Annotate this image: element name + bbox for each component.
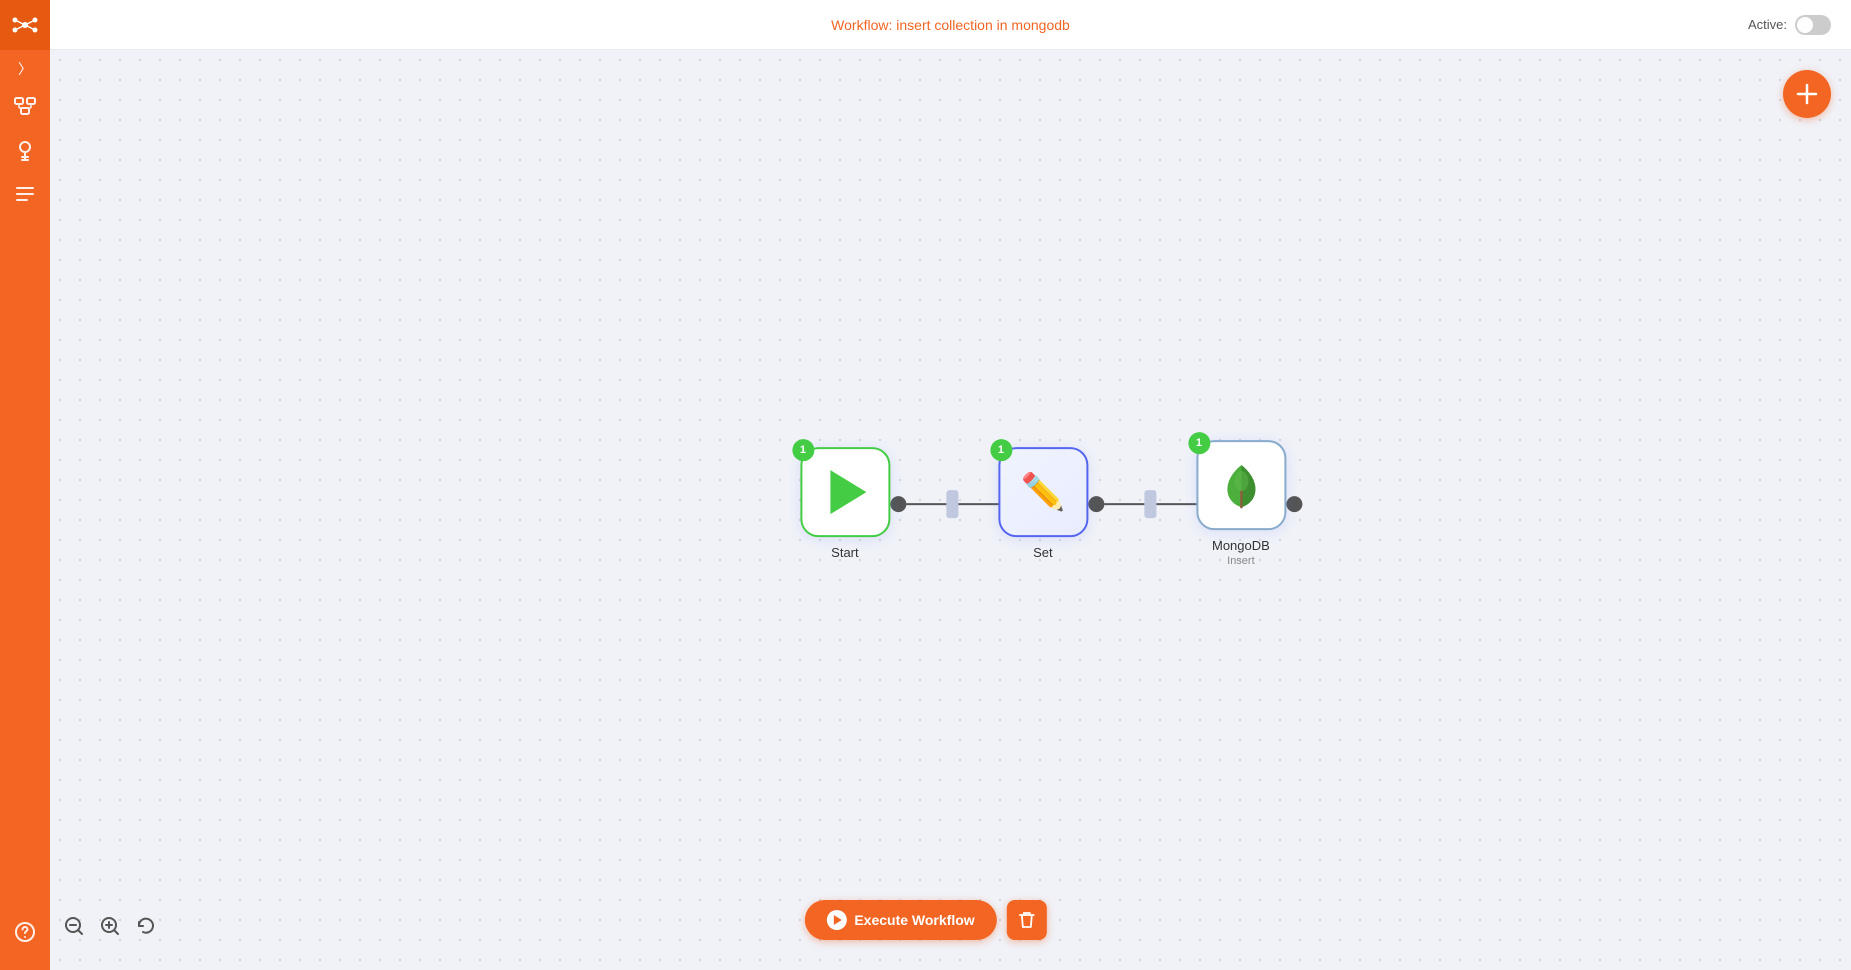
mongodb-leaf-icon — [1219, 461, 1263, 509]
sidebar-item-workflows[interactable] — [0, 84, 50, 128]
sidebar: 〉 — [0, 0, 50, 970]
line-2 — [958, 503, 998, 505]
zoom-controls — [60, 912, 160, 940]
set-label: Set — [1033, 545, 1053, 560]
start-badge: 1 — [792, 439, 814, 461]
header: Workflow: insert collection in mongodb A… — [50, 0, 1851, 50]
connector-2 — [1088, 490, 1196, 518]
node-set[interactable]: 1 ✏️ Set — [998, 447, 1088, 560]
pencil-icon: ✏️ — [1020, 471, 1065, 513]
add-node-button[interactable] — [1783, 70, 1831, 118]
zoom-in-button[interactable] — [96, 912, 124, 940]
port-out-start — [890, 496, 906, 512]
workflow-title: Workflow: insert collection in mongodb — [831, 17, 1070, 33]
line-1 — [906, 503, 946, 505]
set-node-box[interactable]: 1 ✏️ — [998, 447, 1088, 537]
app-logo[interactable] — [0, 0, 50, 50]
workflow-name[interactable]: insert collection in mongodb — [896, 17, 1070, 33]
workflow-nodes: 1 Start 1 ✏️ Set — [800, 440, 1302, 567]
sidebar-item-executions[interactable] — [0, 172, 50, 216]
start-node-box[interactable]: 1 — [800, 447, 890, 537]
play-icon — [830, 470, 866, 514]
reset-zoom-button[interactable] — [132, 912, 160, 940]
workflow-label: Workflow: — [831, 17, 892, 33]
start-label: Start — [831, 545, 858, 560]
line-3 — [1104, 503, 1144, 505]
node-start[interactable]: 1 Start — [800, 447, 890, 560]
workflow-canvas[interactable]: 1 Start 1 ✏️ Set — [50, 50, 1851, 970]
active-label: Active: — [1748, 17, 1787, 32]
sidebar-item-credentials[interactable] — [0, 128, 50, 172]
delete-workflow-button[interactable] — [1007, 900, 1047, 940]
mongodb-sublabel: Insert — [1227, 555, 1255, 567]
execute-label: Execute Workflow — [854, 912, 974, 928]
active-toggle-area: Active: — [1748, 15, 1831, 35]
line-4 — [1156, 503, 1196, 505]
port-out-set — [1088, 496, 1104, 512]
zoom-out-button[interactable] — [60, 912, 88, 940]
execute-play-icon — [826, 910, 846, 930]
mongodb-badge: 1 — [1188, 432, 1210, 454]
sidebar-item-help[interactable] — [0, 910, 50, 954]
mongodb-label: MongoDB — [1212, 538, 1270, 553]
active-toggle[interactable] — [1795, 15, 1831, 35]
set-badge: 1 — [990, 439, 1012, 461]
collapse-sidebar-button[interactable]: 〉 — [0, 54, 50, 84]
node-mongodb[interactable]: 1 MongoDB Insert — [1196, 440, 1286, 567]
port-out-mongodb — [1286, 496, 1302, 512]
mongodb-node-box[interactable]: 1 — [1196, 440, 1286, 530]
connector-1 — [890, 490, 998, 518]
execute-workflow-button[interactable]: Execute Workflow — [804, 900, 996, 940]
connector-rect-2 — [1144, 490, 1156, 518]
chevron-right-icon: 〉 — [18, 59, 32, 79]
bottom-toolbar: Execute Workflow — [804, 900, 1046, 940]
connector-rect-1 — [946, 490, 958, 518]
